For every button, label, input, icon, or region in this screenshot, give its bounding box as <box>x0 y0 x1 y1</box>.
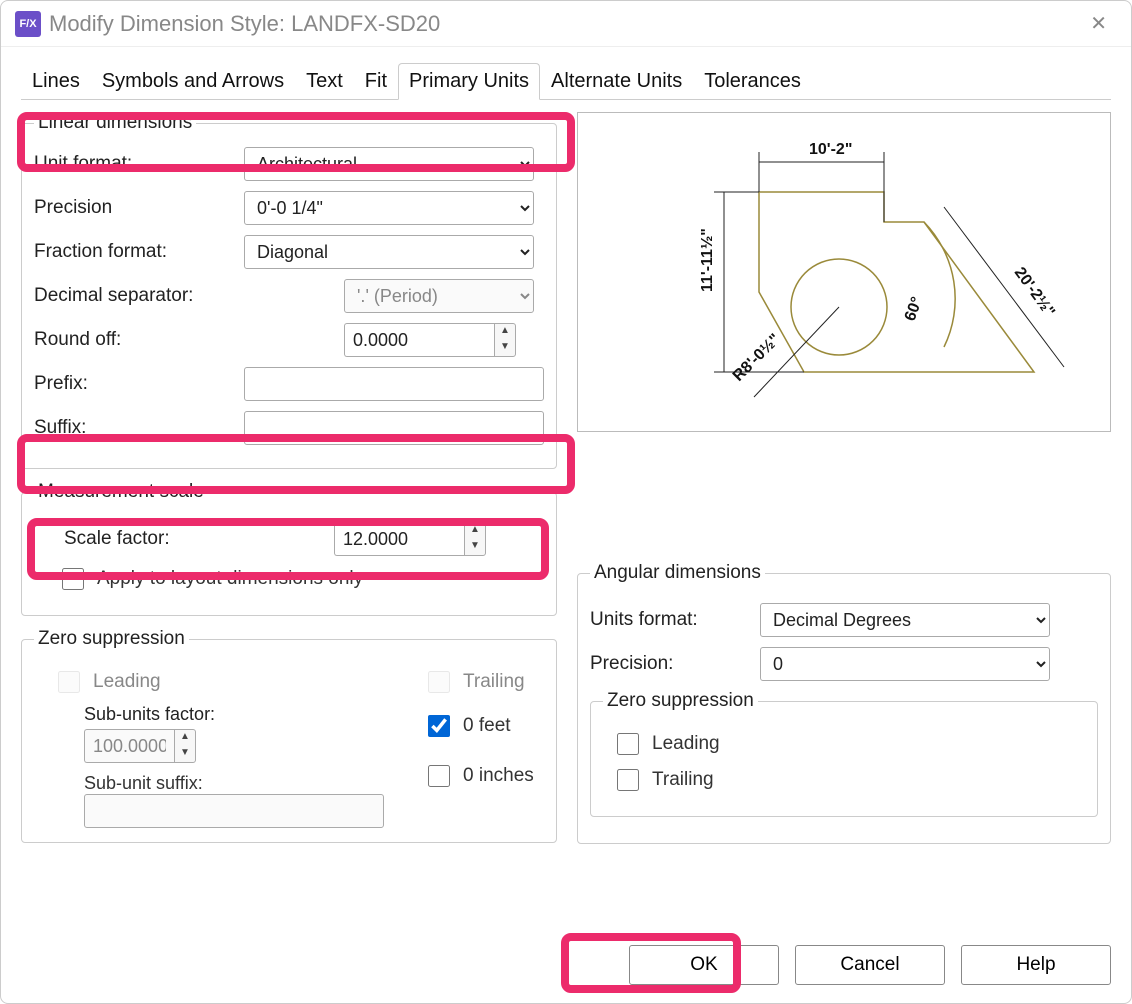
fieldset-linear: Linear dimensions Unit format: Architect… <box>21 112 557 469</box>
subunit-suffix-input <box>84 794 384 828</box>
subunits-factor-spinner: ▲▼ <box>84 729 384 763</box>
app-icon: F/X <box>15 11 41 37</box>
svg-text:20'-2½": 20'-2½" <box>1011 264 1058 320</box>
help-button[interactable]: Help <box>961 945 1111 985</box>
apply-layout-checkbox[interactable]: Apply to layout dimensions only <box>58 565 544 593</box>
tab-primary-units[interactable]: Primary Units <box>398 63 540 100</box>
fraction-format-label: Fraction format: <box>34 241 244 263</box>
fraction-format-select[interactable]: Diagonal <box>244 235 534 269</box>
fieldset-angular: Angular dimensions Units format: Decimal… <box>577 562 1111 844</box>
scale-factor-spinner[interactable]: ▲▼ <box>334 522 486 556</box>
subunit-suffix-label: Sub-unit suffix: <box>84 773 384 794</box>
suffix-label: Suffix: <box>34 417 244 439</box>
fieldset-zero-suppression: Zero suppression Leading Sub-units facto… <box>21 628 557 843</box>
legend-angular-zero: Zero suppression <box>603 690 758 712</box>
tab-symbols-arrows[interactable]: Symbols and Arrows <box>91 63 295 100</box>
decimal-separator-label: Decimal separator: <box>34 285 244 307</box>
dimension-preview: 10'-2" 11'-11½" 20'-2½" 60° R8'-0½" <box>577 112 1111 432</box>
zero-feet-checkbox[interactable]: 0 feet <box>424 712 534 740</box>
svg-text:R8'-0½": R8'-0½" <box>730 331 784 385</box>
suffix-input[interactable] <box>244 411 544 445</box>
scale-factor-input[interactable] <box>334 522 464 556</box>
tab-lines[interactable]: Lines <box>21 63 91 100</box>
svg-text:11'-11½": 11'-11½" <box>699 228 716 292</box>
zero-inches-checkbox[interactable]: 0 inches <box>424 762 534 790</box>
unit-format-select[interactable]: Architectural <box>244 147 534 181</box>
tab-fit[interactable]: Fit <box>354 63 398 100</box>
angular-leading-checkbox[interactable]: Leading <box>613 730 1085 758</box>
tab-alternate-units[interactable]: Alternate Units <box>540 63 693 100</box>
ok-button[interactable]: OK <box>629 945 779 985</box>
fieldset-angular-zero: Zero suppression Leading Trailing <box>590 690 1098 817</box>
fieldset-measurement: Measurement scale Scale factor: ▲▼ Apply… <box>21 481 557 616</box>
footer: OK Cancel Help <box>1 931 1131 1003</box>
svg-text:60°: 60° <box>902 295 926 324</box>
right-column: 10'-2" 11'-11½" 20'-2½" 60° R8'-0½" Angu… <box>577 112 1111 919</box>
precision-label: Precision <box>34 197 244 219</box>
round-off-spinner[interactable]: ▲▼ <box>344 323 516 357</box>
tab-text[interactable]: Text <box>295 63 354 100</box>
dialog-window: F/X Modify Dimension Style: LANDFX-SD20 … <box>0 0 1132 1004</box>
legend-zero: Zero suppression <box>34 628 189 650</box>
apply-layout-label: Apply to layout dimensions only <box>97 568 363 590</box>
tab-tolerances[interactable]: Tolerances <box>693 63 812 100</box>
round-off-input[interactable] <box>344 323 494 357</box>
spinner-up-icon[interactable]: ▲ <box>495 324 515 340</box>
legend-measurement: Measurement scale <box>34 481 208 503</box>
angular-precision-select[interactable]: 0 <box>760 647 1050 681</box>
precision-select[interactable]: 0'-0 1/4" <box>244 191 534 225</box>
spinner-down-icon[interactable]: ▼ <box>495 340 515 356</box>
prefix-input[interactable] <box>244 367 544 401</box>
round-off-label: Round off: <box>34 329 244 351</box>
svg-text:10'-2": 10'-2" <box>809 141 852 158</box>
angular-units-format-label: Units format: <box>590 609 760 631</box>
leading-checkbox: Leading <box>54 668 384 696</box>
subunits-factor-label: Sub-units factor: <box>84 704 384 725</box>
cancel-button[interactable]: Cancel <box>795 945 945 985</box>
spinner-up-icon[interactable]: ▲ <box>465 523 485 539</box>
spinner-down-icon[interactable]: ▼ <box>465 539 485 555</box>
scale-factor-label: Scale factor: <box>64 528 244 550</box>
angular-trailing-checkbox[interactable]: Trailing <box>613 766 1085 794</box>
unit-format-label: Unit format: <box>34 153 244 175</box>
prefix-label: Prefix: <box>34 373 244 395</box>
legend-angular: Angular dimensions <box>590 562 765 584</box>
angular-units-format-select[interactable]: Decimal Degrees <box>760 603 1050 637</box>
titlebar: F/X Modify Dimension Style: LANDFX-SD20 … <box>1 1 1131 47</box>
trailing-checkbox: Trailing <box>424 668 534 696</box>
decimal-separator-select: '.' (Period) <box>344 279 534 313</box>
legend-linear: Linear dimensions <box>34 112 196 134</box>
tab-strip: Lines Symbols and Arrows Text Fit Primar… <box>21 63 1111 100</box>
window-title: Modify Dimension Style: LANDFX-SD20 <box>49 11 440 37</box>
close-icon[interactable]: ✕ <box>1080 7 1117 40</box>
left-column: Linear dimensions Unit format: Architect… <box>21 112 557 919</box>
angular-precision-label: Precision: <box>590 653 760 675</box>
